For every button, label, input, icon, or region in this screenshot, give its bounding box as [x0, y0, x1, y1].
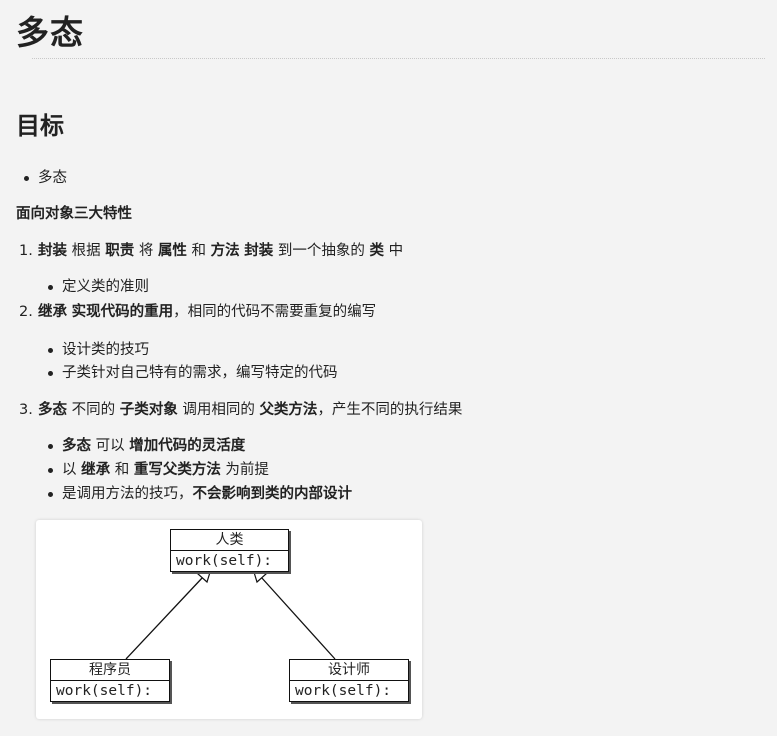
text-segment: 调用相同的	[177, 402, 260, 418]
inheritance-line-designer	[260, 576, 336, 660]
uml-class-diagram: 人类 work(self): 程序员 work(self): 设计师 work(…	[36, 520, 422, 719]
text-segment: ，相同的代码不需要重复的编写	[173, 304, 377, 320]
text-segment: 为前提	[220, 462, 269, 478]
text-segment: 和	[186, 243, 211, 259]
text-segment: 是调用方法的技巧，	[62, 486, 193, 502]
uml-class-method: work(self):	[295, 683, 392, 699]
sub-item-flexibility: 多态 可以 增加代码的灵活度	[47, 436, 246, 456]
sub-item-prerequisite: 以 继承 和 重写父类方法 为前提	[48, 460, 269, 480]
bold-term: 继承	[81, 462, 111, 478]
oop-heading: 面向对象三大特性	[16, 206, 132, 222]
list-item-encapsulation: 封装 根据 职责 将 属性 和 方法 封装 到一个抽象的 类 中	[38, 241, 403, 261]
text-segment: 将	[134, 243, 158, 259]
sub-item-design-skill: 设计类的技巧	[48, 342, 149, 358]
goal-bullet-item: 多态	[24, 170, 67, 186]
list-number-2: 2.	[19, 304, 33, 320]
bold-term: 父类方法	[259, 402, 318, 418]
text-segment: 和	[110, 462, 134, 478]
document-page: 多态 目标 多态 面向对象三大特性 1. 封装 根据 职责 将 属性 和 方法 …	[0, 0, 777, 736]
sub-item-technique: 是调用方法的技巧，不会影响到类的内部设计	[48, 484, 353, 504]
bold-term: 不会影响到类的内部设计	[192, 486, 353, 502]
bold-term: 方法	[210, 243, 240, 259]
bold-term: 封装	[38, 243, 67, 259]
uml-class-programmer: 程序员 work(self):	[50, 659, 170, 702]
page-title: 多态	[16, 13, 84, 52]
uml-class-designer: 设计师 work(self):	[289, 659, 409, 702]
text-segment: 中	[383, 243, 404, 259]
text-segment: 根据	[67, 243, 106, 259]
bold-term: 增加代码的灵活度	[129, 438, 246, 454]
list-number-3: 3.	[19, 402, 33, 418]
bold-term: 类	[369, 243, 384, 259]
bold-term: 实现代码的重用	[71, 304, 174, 320]
uml-class-human: 人类 work(self):	[170, 529, 289, 572]
bold-term: 封装	[244, 243, 274, 259]
sub-item-class-criteria: 定义类的准则	[48, 279, 149, 295]
bold-term: 职责	[105, 243, 135, 259]
text-segment: 可以	[91, 438, 130, 454]
text-segment: 不同的	[67, 402, 120, 418]
bold-term: 继承	[38, 304, 67, 320]
uml-class-name: 设计师	[290, 660, 408, 681]
bold-term: 多态	[38, 402, 67, 418]
uml-class-name: 程序员	[51, 660, 169, 681]
section-heading-goal: 目标	[16, 112, 64, 140]
list-item-polymorphism: 多态 不同的 子类对象 调用相同的 父类方法，产生不同的执行结果	[38, 400, 462, 420]
list-item-inheritance: 继承 实现代码的重用，相同的代码不需要重复的编写	[38, 302, 376, 322]
text-segment: ，产生不同的执行结果	[317, 402, 463, 418]
bold-term: 属性	[157, 243, 187, 259]
uml-class-method: work(self):	[56, 683, 153, 699]
bold-term: 重写父类方法	[133, 462, 221, 478]
text-segment: 到一个抽象的	[273, 243, 370, 259]
title-divider	[32, 58, 765, 59]
bold-term: 多态	[62, 438, 91, 454]
list-number-1: 1.	[19, 243, 33, 259]
uml-class-method: work(self):	[176, 553, 273, 569]
inheritance-line-programmer	[125, 576, 204, 660]
text-segment: 以	[62, 462, 82, 478]
uml-class-name: 人类	[171, 530, 288, 551]
bold-term: 子类对象	[119, 402, 178, 418]
sub-item-subclass-code: 子类针对自己特有的需求，编写特定的代码	[48, 365, 338, 381]
